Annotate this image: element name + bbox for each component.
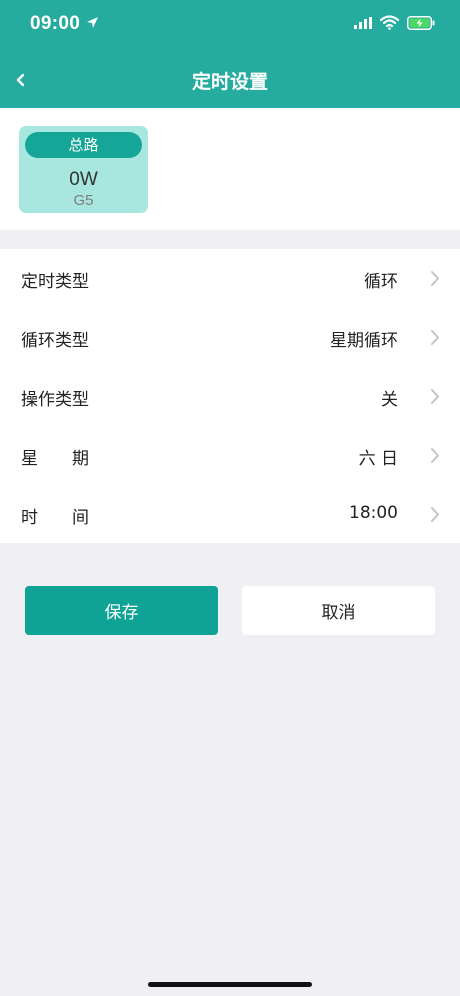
settings-list: 定时类型 循环 循环类型 星期循环 操作类型 关 星 期 六 日 时 间 18:…: [0, 249, 460, 543]
setting-row-time[interactable]: 时 间 18:00: [0, 485, 460, 544]
setting-row-timer-type[interactable]: 定时类型 循环: [0, 249, 460, 308]
row-label: 定时类型: [21, 272, 89, 292]
row-value: 18:00: [349, 503, 398, 523]
setting-row-action-type[interactable]: 操作类型 关: [0, 367, 460, 426]
row-label: 操作类型: [21, 390, 89, 410]
row-label: 星 期: [21, 449, 89, 469]
row-label: 时 间: [21, 508, 89, 528]
row-value: 六 日: [358, 449, 398, 469]
row-value: 循环: [364, 272, 398, 292]
chevron-right-icon: [431, 448, 439, 463]
nav-bar: 定时设置: [0, 50, 460, 108]
device-power: 0W: [69, 169, 98, 190]
save-button[interactable]: 保存: [25, 586, 218, 635]
chevron-right-icon: [431, 271, 439, 286]
row-value: 关: [381, 390, 398, 410]
cancel-button[interactable]: 取消: [242, 586, 435, 635]
location-arrow-icon: [87, 17, 98, 28]
device-card[interactable]: 总路 0W G5: [19, 126, 148, 213]
home-indicator: [148, 982, 312, 987]
status-bar: 09:00: [0, 0, 460, 50]
device-code: G5: [73, 192, 94, 209]
device-name-pill: 总路: [25, 132, 142, 158]
row-label: 循环类型: [21, 331, 89, 351]
chevron-right-icon: [431, 507, 439, 522]
setting-row-weekday[interactable]: 星 期 六 日: [0, 426, 460, 485]
battery-charging-icon: [407, 16, 435, 30]
chevron-right-icon: [431, 330, 439, 345]
status-time: 09:00: [30, 13, 81, 34]
cellular-signal-icon: [354, 17, 372, 29]
chevron-right-icon: [431, 389, 439, 404]
page-title: 定时设置: [191, 71, 268, 93]
row-value: 星期循环: [330, 331, 398, 351]
setting-row-repeat-type[interactable]: 循环类型 星期循环: [0, 308, 460, 367]
wifi-icon: [380, 15, 399, 30]
device-section: 总路 0W G5: [0, 108, 460, 230]
